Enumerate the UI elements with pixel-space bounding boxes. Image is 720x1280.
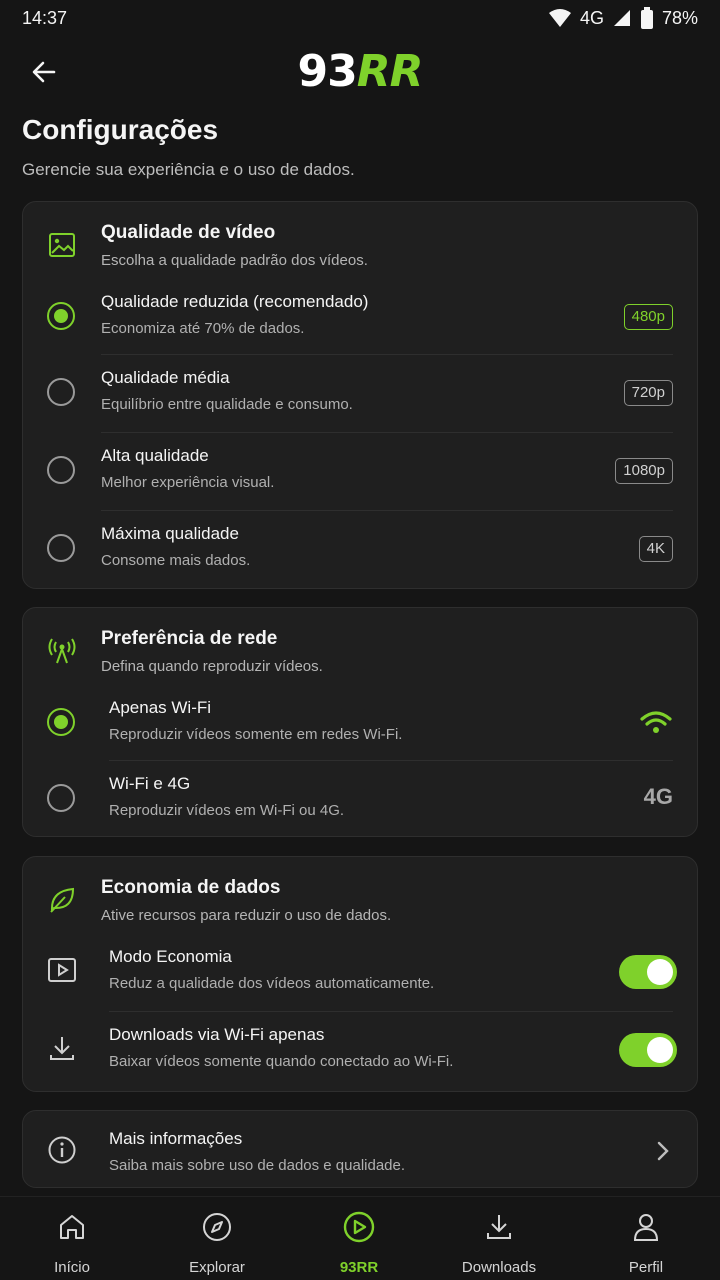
quality-option-1080p[interactable]: Alta qualidade Melhor experiência visual… [23,432,697,510]
option-subtitle: Economiza até 70% de dados. [101,320,305,337]
option-subtitle: Equilíbrio entre qualidade e consumo. [101,396,353,413]
network-option-wifi-4g[interactable]: Wi-Fi e 4G Reproduzir vídeos em Wi-Fi ou… [23,760,697,838]
data-saver-card: Economia de dados Ative recursos para re… [22,856,698,1092]
page-subtitle: Gerencie sua experiência e o uso de dado… [22,160,355,179]
nav-item-profile[interactable]: Perfil [591,1209,701,1276]
compass-icon [162,1209,272,1245]
network-preference-card: Preferência de rede Defina quando reprod… [22,607,698,837]
home-icon [17,1209,127,1245]
bottom-nav: Início Explorar 93RR Downloads Perfil [0,1196,720,1280]
nav-item-93rr[interactable]: 93RR [304,1209,414,1276]
data-saver-desc: Ative recursos para reduzir o uso de dad… [101,907,392,924]
network-type: 4G [579,7,604,28]
wifi-status-icon [548,9,571,27]
battery-level: 78% [661,7,698,28]
info-icon [47,1135,77,1165]
option-title: Modo Economia [109,947,232,966]
radio-unselected[interactable] [47,784,75,812]
option-title: Máxima qualidade [101,524,239,543]
resolution-badge: 4K [638,536,673,562]
more-info-subtitle: Saiba mais sobre uso de dados e qualidad… [109,1157,406,1174]
download-icon [47,1033,77,1063]
option-title: Qualidade reduzida (recomendado) [101,292,369,311]
download-icon [444,1209,554,1245]
data-saver-title: Economia de dados [101,877,281,898]
nav-label: 93RR [339,1259,379,1276]
divider [109,1011,673,1012]
resolution-badge: 720p [623,380,673,406]
option-subtitle: Reduz a qualidade dos vídeos automaticam… [109,975,435,992]
option-subtitle: Melhor experiência visual. [101,474,275,491]
divider [109,760,673,761]
quality-option-4k[interactable]: Máxima qualidade Consome mais dados. 4K [23,510,697,588]
signal-icon [613,10,630,26]
more-info-title: Mais informações [109,1129,243,1148]
image-icon [47,230,77,260]
radio-selected[interactable] [47,708,75,736]
app-logo: 93RR [0,46,720,97]
nav-item-home[interactable]: Início [17,1209,127,1276]
video-quality-card: Qualidade de vídeo Escolha a qualidade p… [22,201,698,589]
wifi-icon [640,711,672,733]
divider [101,354,673,355]
nav-label: Perfil [628,1259,664,1276]
divider [101,432,673,433]
play-circle-icon [304,1209,414,1245]
divider [101,510,673,511]
antenna-icon [47,636,77,666]
nav-item-explore[interactable]: Explorar [162,1209,272,1276]
option-title: Alta qualidade [101,446,209,465]
quality-option-720p[interactable]: Qualidade média Equilíbrio entre qualida… [23,354,697,432]
option-subtitle: Consome mais dados. [101,552,251,569]
resolution-badge: 1080p [615,458,673,484]
nav-item-downloads[interactable]: Downloads [444,1209,554,1276]
leaf-icon [47,885,77,915]
wifi-downloads-row: Downloads via Wi-Fi apenas Baixar vídeos… [23,1011,697,1089]
option-subtitle: Reproduzir vídeos em Wi-Fi ou 4G. [109,802,345,819]
economy-mode-row: Modo Economia Reduz a qualidade dos víde… [23,933,697,1011]
chevron-right-icon [657,1141,669,1161]
network-option-wifi-only[interactable]: Apenas Wi-Fi Reproduzir vídeos somente e… [23,684,697,762]
network-pref-desc: Defina quando reproduzir vídeos. [101,658,323,675]
status-time: 14:37 [22,7,68,28]
more-info-card[interactable]: Mais informações Saiba mais sobre uso de… [22,1110,698,1188]
radio-unselected[interactable] [47,456,75,484]
app-header: 93RR [0,36,720,108]
logo-number: 93 [297,46,358,97]
user-icon [591,1209,701,1245]
nav-label: Início [54,1259,90,1276]
radio-unselected[interactable] [47,378,75,406]
network-4g-label: 4G [643,784,673,809]
option-title: Apenas Wi-Fi [109,698,212,717]
economy-mode-toggle[interactable] [619,955,677,989]
quality-option-480p[interactable]: Qualidade reduzida (recomendado) Economi… [23,278,697,356]
radio-unselected[interactable] [47,534,75,562]
nav-label: Explorar [189,1259,245,1276]
option-subtitle: Reproduzir vídeos somente em redes Wi-Fi… [109,726,403,743]
wifi-downloads-toggle[interactable] [619,1033,677,1067]
option-title: Qualidade média [101,368,230,387]
option-title: Wi-Fi e 4G [109,774,191,793]
logo-letters: RR [356,46,424,97]
video-quality-title: Qualidade de vídeo [101,222,276,243]
option-title: Downloads via Wi-Fi apenas [109,1025,325,1044]
option-subtitle: Baixar vídeos somente quando conectado a… [109,1053,454,1070]
network-pref-title: Preferência de rede [101,628,278,649]
play-box-icon [47,955,77,985]
resolution-badge: 480p [623,304,673,330]
nav-label: Downloads [461,1259,537,1276]
video-quality-desc: Escolha a qualidade padrão dos vídeos. [101,252,368,269]
status-bar: 14:37 4G 78% [0,0,720,36]
page-title: Configurações [22,114,219,145]
radio-selected[interactable] [47,302,75,330]
battery-icon [640,7,653,29]
